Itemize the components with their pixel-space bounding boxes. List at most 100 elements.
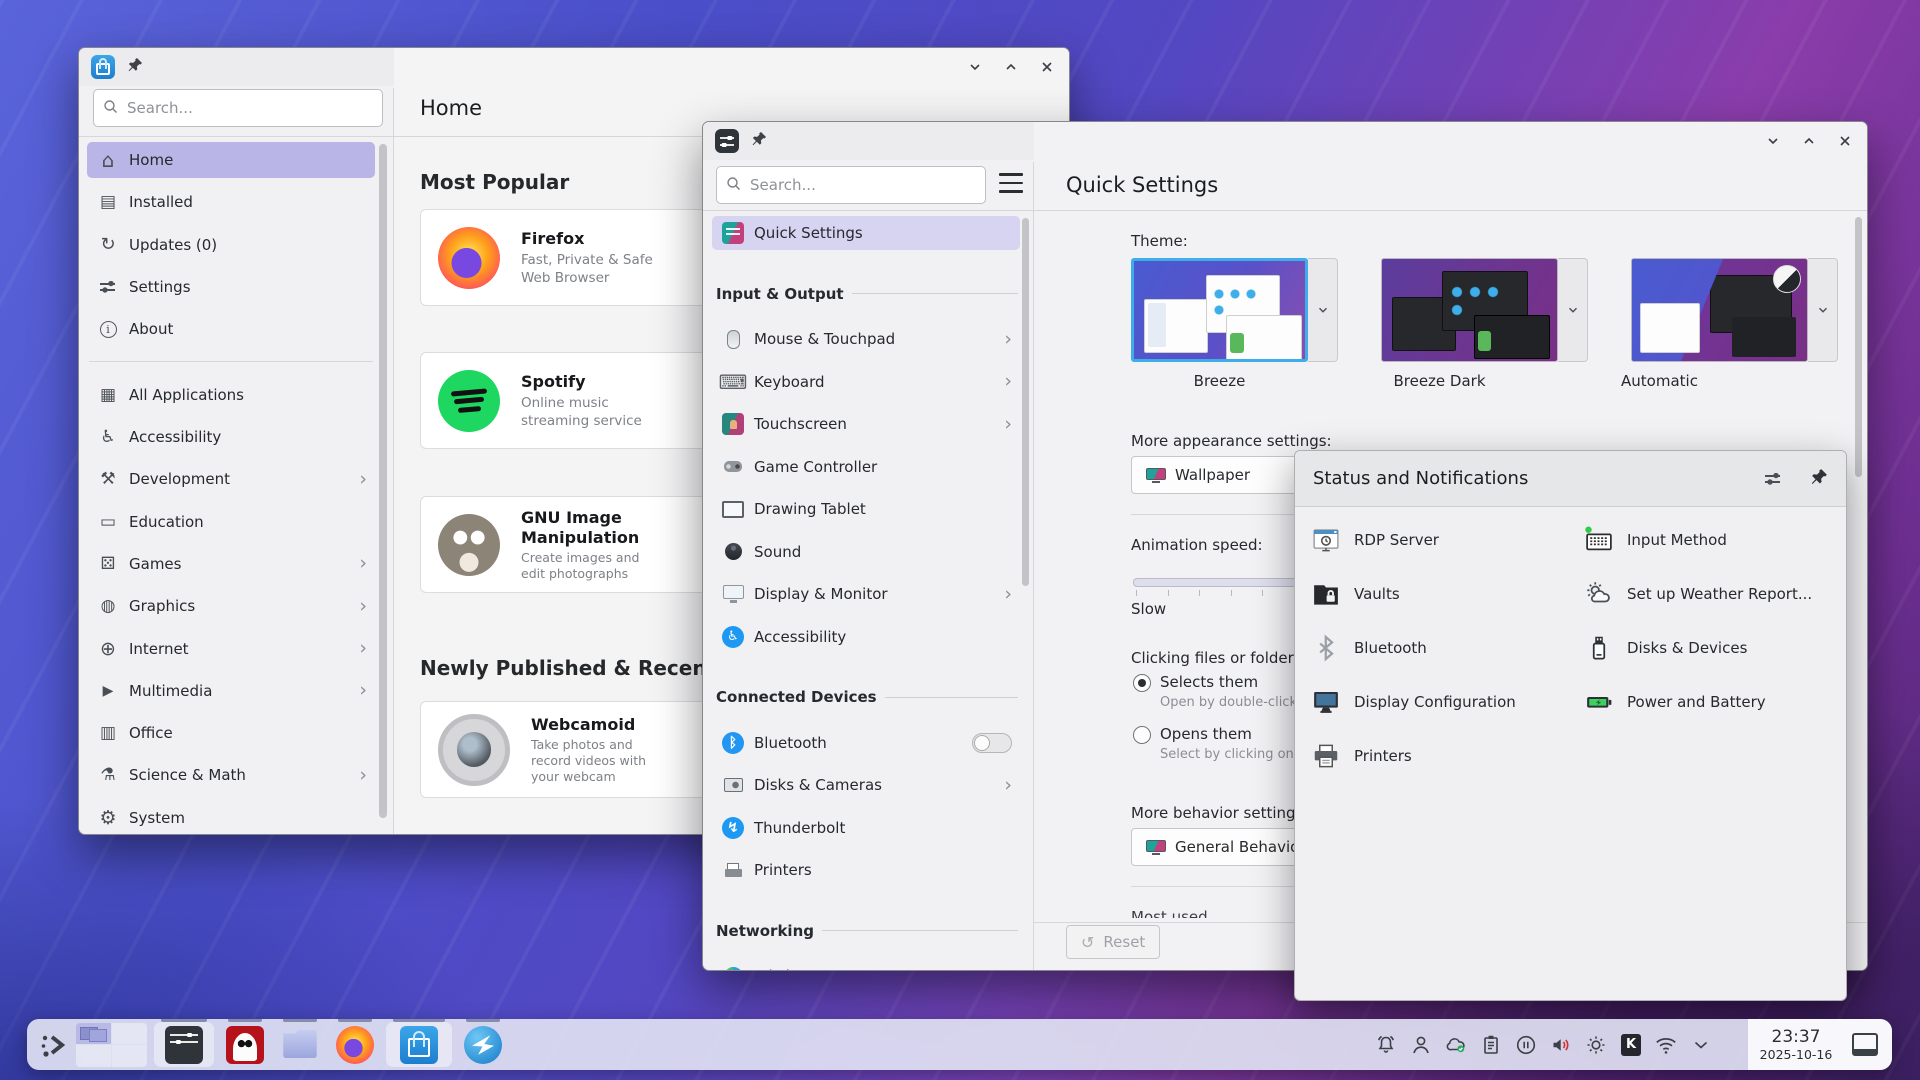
hamburger-menu-icon[interactable] (999, 173, 1023, 193)
tray-item-disks-devices[interactable]: Disks & Devices (1582, 621, 1847, 675)
theme-card-automatic[interactable] (1631, 258, 1838, 362)
theme-card-breeze-dark[interactable] (1381, 258, 1588, 362)
sidebar-item[interactable]: Display & Monitor › (712, 577, 1020, 611)
cloud-sync-icon[interactable] (1443, 1032, 1469, 1058)
sidebar-item[interactable]: Disks & Cameras › (712, 768, 1020, 802)
task-discover[interactable] (386, 1022, 452, 1067)
sidebar-item[interactable]: Thunderbolt › (712, 811, 1020, 845)
sidebar-item[interactable]: Settings › (87, 269, 375, 305)
user-switcher-icon[interactable] (1408, 1032, 1434, 1058)
settings-search[interactable] (716, 166, 986, 204)
content-scrollbar[interactable] (1855, 217, 1862, 477)
minimize-icon[interactable] (965, 57, 985, 77)
search-input[interactable] (125, 98, 373, 118)
sidebar-item[interactable]: Internet › (87, 631, 375, 667)
kate-k-icon[interactable]: K (1618, 1032, 1644, 1058)
notifications-bell-icon[interactable] (1373, 1032, 1399, 1058)
sidebar-item[interactable]: Updates (0) › (87, 227, 375, 263)
pin-icon[interactable] (1810, 468, 1828, 490)
sidebar-item[interactable]: Touchscreen › (712, 407, 1020, 441)
brightness-icon[interactable] (1583, 1032, 1609, 1058)
chevron-right-icon: › (1004, 372, 1012, 391)
sidebar-item[interactable]: Graphics › (87, 588, 375, 624)
digital-clock[interactable]: 23:37 2025-10-16 (1754, 1027, 1838, 1062)
breeze-thumbnail[interactable] (1131, 258, 1308, 362)
sidebar-item[interactable]: System › (87, 800, 375, 835)
sidebar-item[interactable]: Sound › (712, 535, 1020, 569)
sidebar-item[interactable]: Bluetooth › (712, 726, 1020, 760)
sidebar-item[interactable]: Home › (87, 142, 375, 178)
sidebar-item[interactable]: Quick Settings › (712, 216, 1020, 250)
theme-dropdown-breeze[interactable] (1308, 258, 1338, 362)
clipboard-icon[interactable] (1478, 1032, 1504, 1058)
bluetooth-toggle[interactable] (972, 733, 1012, 753)
tray-item-input-method[interactable]: Input Method (1582, 513, 1847, 567)
configure-icon[interactable] (1762, 468, 1784, 490)
reset-icon: ↻ (1081, 933, 1094, 952)
sidebar-item[interactable]: Education › (87, 504, 375, 540)
sidebar-scrollbar[interactable] (1022, 218, 1029, 586)
sidebar-item[interactable]: Mouse & Touchpad › (712, 322, 1020, 356)
maximize-icon[interactable] (1001, 57, 1021, 77)
tray-item-rdp-server[interactable]: RDP Server (1309, 513, 1574, 567)
radio-selects-them[interactable]: Selects them Open by double-clicking (1133, 674, 1317, 710)
pin-icon[interactable] (127, 57, 143, 77)
pause-media-icon[interactable] (1513, 1032, 1539, 1058)
tray-item-weather-report[interactable]: Set up Weather Report... (1582, 567, 1847, 621)
sidebar-item[interactable]: Games › (87, 546, 375, 582)
sidebar-item[interactable]: Development › (87, 461, 375, 497)
theme-dropdown-automatic[interactable] (1808, 258, 1838, 362)
sidebar-item[interactable]: Installed › (87, 184, 375, 220)
sidebar-item[interactable]: Printers › (712, 853, 1020, 887)
sidebar-item[interactable]: All Applications › (87, 377, 375, 413)
tray-item-power-battery[interactable]: Power and Battery (1582, 675, 1847, 729)
pin-icon[interactable] (751, 131, 767, 151)
close-icon[interactable] (1835, 131, 1855, 151)
sidebar-item[interactable]: Science & Math › (87, 757, 375, 793)
theme-card-breeze[interactable] (1131, 258, 1338, 362)
tray-item-printers[interactable]: Printers (1309, 729, 1574, 783)
sidebar-item[interactable]: Game Controller › (712, 450, 1020, 484)
radio-off-icon[interactable] (1133, 726, 1151, 744)
popup-column-right: Input Method Set up Weather Report... Di… (1582, 513, 1847, 729)
reset-button[interactable]: ↻ Reset (1066, 925, 1160, 959)
radio-on-icon[interactable] (1133, 674, 1151, 692)
close-icon[interactable] (1037, 57, 1057, 77)
sidebar-item[interactable]: About › (87, 311, 375, 347)
task-system-settings[interactable] (154, 1022, 214, 1067)
sidebar-item[interactable]: Accessibility › (712, 620, 1020, 654)
sidebar-item[interactable]: Accessibility › (87, 419, 375, 455)
radio-opens-them[interactable]: Opens them Select by clicking on it (1133, 726, 1307, 762)
sidebar-item[interactable]: Multimedia › (87, 673, 375, 709)
volume-icon[interactable] (1548, 1032, 1574, 1058)
wifi-icon[interactable] (1653, 1032, 1679, 1058)
tray-expander-chevron-icon[interactable] (1688, 1032, 1714, 1058)
task-dolphin[interactable] (276, 1022, 324, 1067)
sidebar-item[interactable]: Office › (87, 715, 375, 751)
sidebar-item[interactable]: Keyboard › (712, 365, 1020, 399)
breeze-dark-thumbnail[interactable] (1381, 258, 1558, 362)
show-desktop-button[interactable] (1852, 1033, 1878, 1056)
tray-item-vaults[interactable]: Vaults (1309, 567, 1574, 621)
task-firefox[interactable] (331, 1022, 379, 1067)
internet-icon (97, 638, 119, 660)
wallpaper-button[interactable]: Wallpaper (1131, 456, 1306, 494)
app-launcher-icon[interactable] (37, 1029, 69, 1061)
tray-item-bluetooth[interactable]: Bluetooth (1309, 621, 1574, 675)
science-icon (97, 764, 119, 786)
automatic-thumbnail[interactable] (1631, 258, 1808, 362)
maximize-icon[interactable] (1799, 131, 1819, 151)
theme-dropdown-breeze-dark[interactable] (1558, 258, 1588, 362)
sidebar-scrollbar[interactable] (379, 144, 387, 818)
search-input[interactable] (748, 175, 976, 195)
minimize-icon[interactable] (1763, 131, 1783, 151)
tray-item-display-configuration[interactable]: Display Configuration (1309, 675, 1574, 729)
task-falkon[interactable] (459, 1022, 507, 1067)
task-ghostwriter[interactable] (221, 1022, 269, 1067)
sidebar-item[interactable]: Drawing Tablet › (712, 492, 1020, 526)
virtual-desktop-pager[interactable] (76, 1023, 147, 1067)
sidebar-item[interactable]: Wi-Fi & Internet › (712, 959, 1020, 970)
discover-search[interactable] (93, 89, 383, 127)
clock-zone: 23:37 2025-10-16 (1748, 1019, 1892, 1070)
gimp-logo-icon (438, 514, 500, 576)
